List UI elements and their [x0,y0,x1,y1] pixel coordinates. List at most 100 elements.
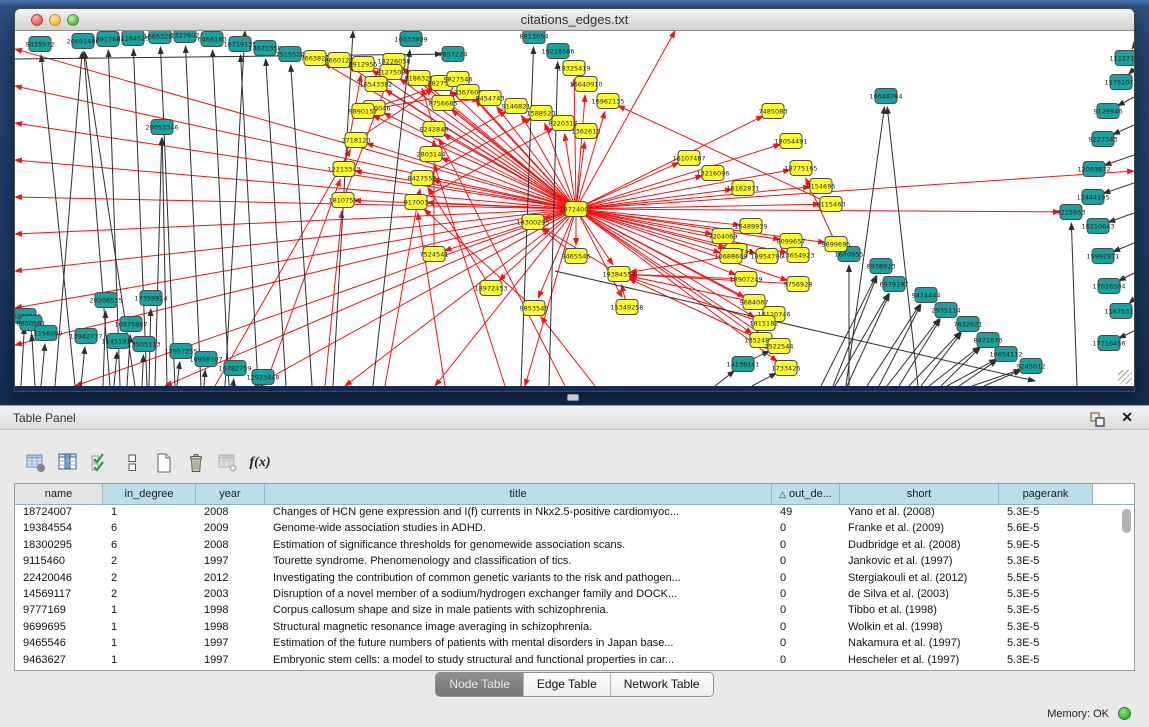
table-row[interactable]: 1872400712008Changes of HCN gene express… [15,505,1134,521]
function-builder-button[interactable]: f(x) [244,448,276,478]
graph-node[interactable]: 7524541 [420,247,449,262]
graph-node[interactable]: 1588520 [527,106,556,121]
graph-node[interactable]: 1815182 [750,316,779,331]
column-header-in_degree[interactable]: in_degree [103,484,196,504]
column-header-title[interactable]: title [265,484,772,504]
graph-node[interactable]: 9245012 [1017,359,1046,374]
graph-node[interactable]: 11127146 [1109,51,1134,66]
graph-node[interactable]: 12213343 [327,162,360,177]
graph-node[interactable]: 8099657 [777,234,806,249]
graph-node[interactable]: 8427552 [408,171,437,186]
graph-node[interactable]: 8471676 [974,333,1003,348]
graph-node[interactable]: 2935114 [932,303,961,318]
graph-node[interactable]: 8912955 [349,57,378,72]
graph-node[interactable]: 18775165 [784,161,817,176]
column-header-year[interactable]: year [196,484,265,504]
graph-node[interactable]: 12444195 [1076,190,1109,205]
graph-node[interactable]: 18054491 [774,134,807,149]
column-header-name[interactable]: name [15,484,103,504]
tab-node-table[interactable]: Node Table [436,673,523,696]
graph-node[interactable]: 6466160 [198,32,227,47]
graph-node[interactable]: 2522544 [765,339,794,354]
graph-node[interactable]: 16033809 [394,32,427,47]
new-table-button[interactable] [148,448,180,478]
table-scrollbar-thumb[interactable] [1122,509,1131,533]
graph-node[interactable]: 9227343 [1089,132,1118,147]
graph-node[interactable]: 1362615 [572,124,601,139]
graph-node[interactable]: 7204069 [709,229,738,244]
graph-node[interactable]: 8756685 [429,96,458,111]
table-panel-title: Table Panel [13,411,76,425]
window-resize-grip[interactable] [1118,370,1132,384]
column-header-short[interactable]: short [840,484,999,504]
graph-node[interactable]: 11675312 [1104,304,1134,319]
graph-node[interactable]: 1810755 [329,193,358,208]
table-row[interactable]: 969969511998Structural magnetic resonanc… [15,620,1134,636]
graph-node[interactable]: 10654112 [989,347,1022,362]
graph-node[interactable]: 917003 [404,195,429,210]
table-row[interactable]: 1456911722003Disruption of a novel membe… [15,587,1134,603]
graph-node[interactable]: 15751074 [1104,75,1134,90]
graph-node[interactable]: 8454743 [476,91,505,106]
graph-node[interactable]: 19218586 [541,44,574,59]
tab-edge-table[interactable]: Edge Table [523,673,610,696]
graph-node[interactable]: 6979197 [880,277,909,292]
table-row[interactable]: 911546021997Tourette syndrome. Phenomeno… [15,554,1134,570]
graph-node[interactable]: 2803144 [417,147,446,162]
graph-node[interactable]: 13654923 [781,248,814,263]
graph-node[interactable]: 7632621 [954,317,983,332]
delete-column-button[interactable] [180,448,212,478]
graph-node[interactable]: 16210643 [1081,219,1114,234]
row-options-button[interactable] [116,448,148,478]
graph-node[interactable]: 8938923 [867,259,896,274]
table-row[interactable]: 946554611997Estimation of the future num… [15,636,1134,652]
window-titlebar[interactable]: citations_edges.txt [15,9,1134,31]
table-row[interactable]: 946362711997Embryonic stem cells: a mode… [15,653,1134,669]
graph-node[interactable]: 10975887 [114,317,147,332]
graph-node[interactable]: 9242848 [420,122,449,137]
graph-node[interactable]: 1327602 [171,31,200,43]
float-panel-icon[interactable] [1089,411,1105,427]
graph-node[interactable]: 1733426 [772,361,801,376]
split-pane-handle[interactable] [567,394,579,401]
graph-node[interactable]: 9756928 [784,277,813,292]
graph-node[interactable]: 9853545 [520,301,549,316]
graph-node[interactable]: 16162871 [726,181,759,196]
graph-node[interactable]: 9474444 [912,288,941,303]
graph-node[interactable]: 9435572 [26,37,55,52]
graph-node[interactable]: 7485083 [759,104,788,119]
graph-node[interactable]: 7857224 [439,47,468,62]
graph-node[interactable]: 9129946 [1094,104,1123,119]
graph-node[interactable]: 2718120 [342,133,371,148]
table-row[interactable]: 1830029562008Estimation of significance … [15,538,1134,554]
network-canvas[interactable]: 9435572206914061891760421164525106532871… [15,31,1134,386]
table-settings-button[interactable] [20,448,52,478]
network-graph[interactable]: 9435572206914061891760421164525106532871… [15,31,1134,386]
graph-node[interactable]: 9465546 [562,249,591,264]
graph-node[interactable]: 9215953 [1057,205,1086,220]
show-hide-columns-button[interactable] [84,448,116,478]
column-header-pagerank[interactable]: pagerank [999,484,1093,504]
graph-node[interactable]: 20053346 [145,120,178,135]
table-row[interactable]: 2242004622012Investigating the contribut… [15,571,1134,587]
graph-node[interactable]: 8813054 [520,31,549,44]
graph-node[interactable]: 16648784 [869,89,902,104]
graph-node[interactable]: 9115460 [817,197,846,212]
graph-node[interactable]: 17359924 [134,291,167,306]
svg-text:17957255: 17957255 [164,347,197,355]
graph-node[interactable]: 9154695 [807,179,836,194]
tab-network-table[interactable]: Network Table [610,673,713,696]
graph-node[interactable]: 17016504 [1092,279,1125,294]
delete-table-button-disabled[interactable] [212,448,244,478]
graph-node[interactable]: 15349258 [610,300,643,315]
graph-node[interactable]: 13216096 [696,166,729,181]
table-row[interactable]: 1938455462009Genome-wide association stu… [15,521,1134,537]
table-row[interactable]: 977716911998Corpus callosum shape and si… [15,603,1134,619]
column-header-out_de[interactable]: △out_de... [772,484,840,504]
graph-node[interactable]: 18325419 [557,61,590,76]
table-cell: Nakamura et al. (1997) [840,636,999,652]
graph-node[interactable]: 9890157 [349,104,378,119]
graph-node[interactable]: 9699695 [822,237,851,252]
close-panel-icon[interactable]: ✕ [1121,409,1133,426]
select-column-button[interactable] [52,448,84,478]
